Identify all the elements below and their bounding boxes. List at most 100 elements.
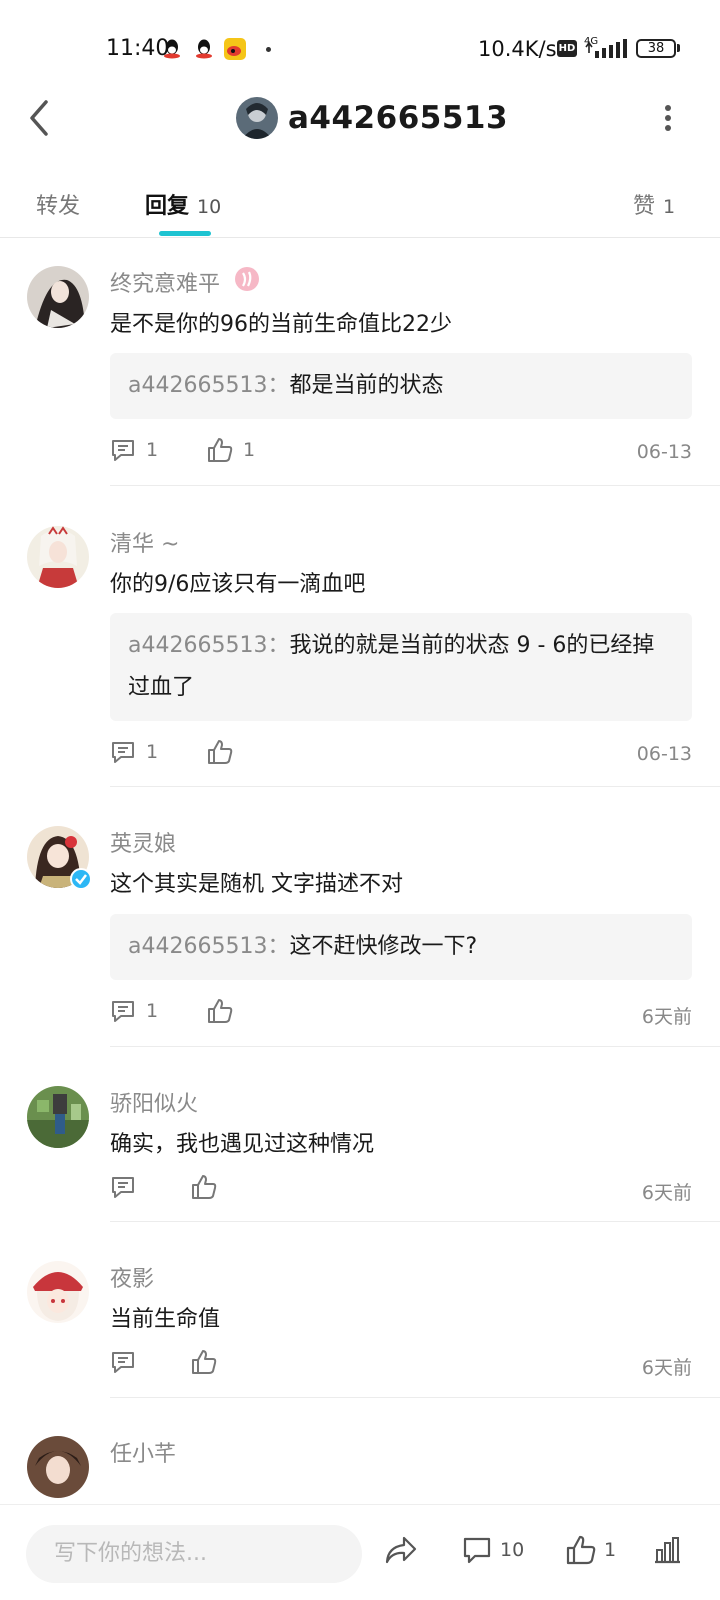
comment-author[interactable]: 夜影	[110, 1261, 154, 1293]
reply-text: 这不赶快修改一下?	[289, 934, 478, 959]
divider	[110, 1221, 720, 1222]
user-badge-icon	[235, 267, 259, 291]
tab-likes[interactable]: 赞1	[633, 188, 675, 220]
reply-author[interactable]: a442665513	[128, 934, 267, 959]
reply-separator: ：	[267, 373, 290, 398]
reply-button[interactable]: 1	[110, 998, 158, 1024]
reply-count: 1	[146, 1000, 159, 1022]
reply-box[interactable]: a442665513：我说的就是当前的状态 9 - 6的已经掉过血了	[110, 613, 692, 721]
tab-count: 1	[663, 196, 676, 218]
stats-button[interactable]	[652, 1535, 690, 1565]
comment-author[interactable]: 骄阳似火	[110, 1086, 198, 1118]
comment-icon	[112, 1001, 134, 1022]
thumbs-up-icon	[566, 1535, 596, 1565]
comment-icon	[112, 1352, 134, 1373]
comment-date: 6天前	[641, 1357, 692, 1379]
status-bar: 11:40 10.4K/s HD 4G 38	[0, 0, 720, 96]
back-arrow-icon[interactable]	[22, 96, 58, 140]
reply-author[interactable]: a442665513	[128, 633, 267, 658]
like-count: 1	[604, 1539, 617, 1561]
comment-actions: 1 6天前	[110, 998, 692, 1030]
comment-count-button[interactable]: 10	[462, 1535, 524, 1565]
reply-separator: ：	[267, 934, 290, 959]
notification-dot	[266, 47, 271, 52]
reply-count: 1	[146, 439, 159, 461]
thumbs-up-icon	[192, 1350, 217, 1374]
tab-bar: 转发 回复 10 赞1	[0, 176, 720, 238]
comment-actions: 1 1 06-13	[110, 437, 692, 469]
bottom-action-bar: 写下你的想法... 10 1	[0, 1504, 720, 1600]
reply-button[interactable]: 1	[110, 437, 158, 463]
comment-author[interactable]: 任小芊	[110, 1436, 176, 1468]
weibo-icon	[224, 38, 246, 60]
reply-button[interactable]: 1	[110, 739, 158, 765]
bar-chart-icon	[655, 1537, 680, 1564]
comment-text: 当前生命值	[110, 1307, 221, 1332]
comment-date: 06-13	[636, 743, 692, 765]
tab-label: 回复	[145, 194, 190, 219]
network-speed: 10.4K/s	[478, 37, 557, 61]
tab-repost[interactable]: 转发	[36, 188, 80, 220]
page-title: a442665513	[288, 100, 509, 136]
comment-text: 你的9/6应该只有一滴血吧	[110, 572, 366, 597]
comment-count: 10	[500, 1539, 525, 1561]
comment-actions: 6天前	[110, 1174, 692, 1206]
comment-text: 是不是你的96的当前生命值比22少	[110, 312, 452, 337]
comment-text: 这个其实是随机 文字描述不对	[110, 872, 403, 897]
comment-text: 确实，我也遇见过这种情况	[110, 1132, 375, 1157]
like-button[interactable]	[207, 998, 243, 1024]
comment-icon	[112, 742, 134, 763]
reply-button[interactable]	[110, 1174, 146, 1200]
avatar[interactable]	[27, 1086, 89, 1148]
comment-author[interactable]: 清华 ~	[110, 526, 179, 558]
like-count-button[interactable]: 1	[566, 1535, 616, 1565]
avatar[interactable]	[27, 526, 89, 588]
tab-label: 转发	[36, 194, 81, 219]
divider	[110, 1397, 720, 1398]
comment-actions: 6天前	[110, 1349, 692, 1381]
header-title[interactable]: a442665513	[236, 96, 508, 140]
thumbs-up-icon	[208, 438, 233, 462]
reply-author[interactable]: a442665513	[128, 373, 267, 398]
reply-separator: ：	[267, 633, 290, 658]
tab-label: 赞	[633, 194, 656, 219]
avatar[interactable]	[27, 1261, 89, 1323]
comment-date: 6天前	[641, 1182, 692, 1204]
comment-icon	[112, 1177, 134, 1198]
reply-box[interactable]: a442665513：这不赶快修改一下?	[110, 914, 692, 980]
reply-button[interactable]	[110, 1349, 146, 1375]
battery-icon: 38	[636, 39, 676, 58]
comment-author[interactable]: 终究意难平	[110, 266, 220, 298]
share-button[interactable]	[384, 1535, 426, 1565]
divider	[110, 1046, 720, 1047]
divider	[110, 485, 720, 486]
like-button[interactable]	[207, 739, 243, 765]
avatar[interactable]	[27, 1436, 89, 1498]
like-button[interactable]: 1	[207, 437, 255, 463]
divider	[110, 786, 720, 787]
comment-actions: 1 06-13	[110, 739, 692, 771]
like-button[interactable]	[191, 1174, 227, 1200]
tab-count: 10	[197, 196, 222, 218]
comment-author[interactable]: 英灵娘	[110, 826, 176, 858]
share-icon	[385, 1536, 417, 1564]
thumbs-up-icon	[192, 1175, 217, 1199]
tab-replies[interactable]: 回复 10	[145, 188, 221, 220]
avatar[interactable]	[236, 97, 278, 139]
hd-icon: HD	[557, 40, 577, 57]
comment-icon	[112, 440, 134, 461]
comment-input[interactable]: 写下你的想法...	[26, 1525, 362, 1583]
status-time: 11:40	[106, 36, 170, 61]
comment-icon	[463, 1537, 491, 1564]
comment-date: 6天前	[641, 1006, 692, 1028]
qq-icon	[164, 39, 180, 59]
comment-date: 06-13	[636, 441, 692, 463]
more-options-icon[interactable]	[658, 102, 678, 134]
reply-box[interactable]: a442665513：都是当前的状态	[110, 353, 692, 419]
thumbs-up-icon	[208, 999, 233, 1023]
reply-text: 都是当前的状态	[289, 373, 444, 398]
avatar[interactable]	[27, 266, 89, 328]
battery-tip	[677, 44, 680, 52]
like-button[interactable]	[191, 1349, 227, 1375]
thumbs-up-icon	[208, 740, 233, 764]
